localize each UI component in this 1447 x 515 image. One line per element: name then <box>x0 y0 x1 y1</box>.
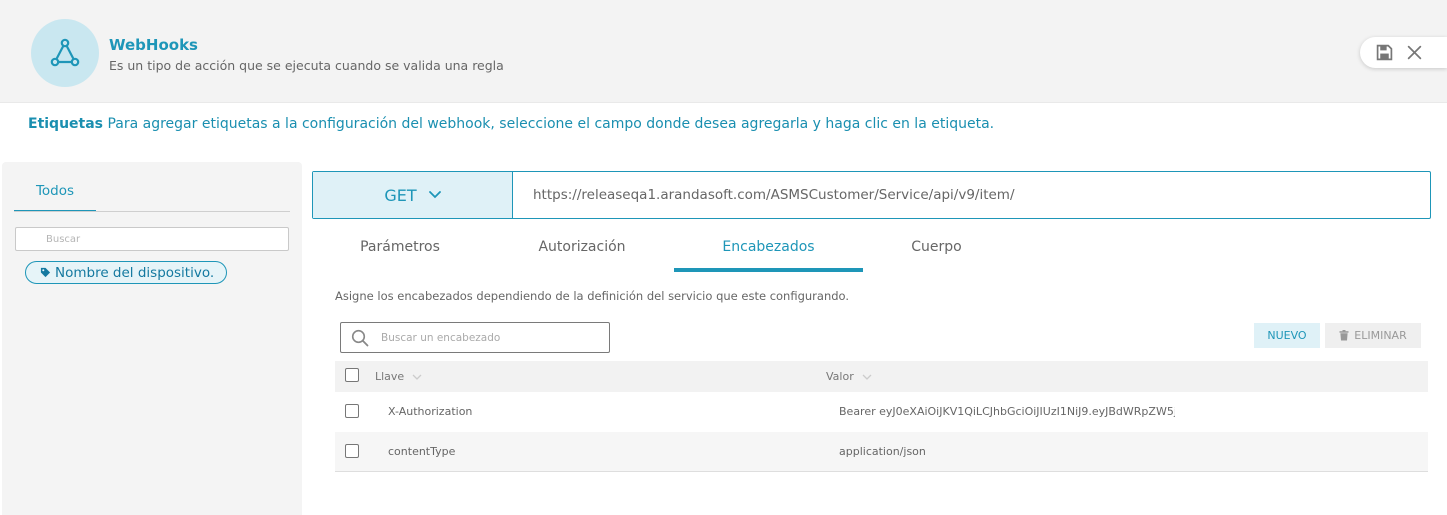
headers-search <box>340 322 610 353</box>
tags-info-label: Etiquetas <box>28 116 104 132</box>
tags-search-input[interactable] <box>15 227 289 251</box>
tab-parametros[interactable]: Parámetros <box>312 230 488 272</box>
url-input[interactable]: https://releaseqa1.arandasoft.com/ASMSCu… <box>513 172 1430 218</box>
webhook-logo <box>31 19 99 87</box>
headers-description: Asigne los encabezados dependiendo de la… <box>335 289 850 303</box>
chevron-down-icon <box>412 374 422 380</box>
delete-header-button[interactable]: ELIMINAR <box>1325 323 1421 348</box>
column-value-label: Valor <box>826 370 854 383</box>
headers-search-input[interactable] <box>381 329 601 347</box>
tab-todos[interactable]: Todos <box>14 182 96 212</box>
row-key: contentType <box>388 445 456 458</box>
webhook-icon <box>50 38 80 67</box>
method-select[interactable]: GET <box>313 172 513 218</box>
select-all-checkbox[interactable] <box>345 368 359 382</box>
new-header-button[interactable]: NUEVO <box>1254 323 1320 348</box>
column-header-value[interactable]: Valor <box>826 370 872 383</box>
tab-cuerpo[interactable]: Cuerpo <box>863 230 1010 272</box>
tag-chip-device-name[interactable]: Nombre del dispositivo. <box>25 261 228 284</box>
config-tabs: Parámetros Autorización Encabezados Cuer… <box>312 230 962 272</box>
page-title: WebHooks <box>109 36 198 54</box>
search-icon <box>351 329 369 347</box>
save-icon[interactable] <box>1376 44 1393 61</box>
tab-encabezados[interactable]: Encabezados <box>674 230 863 272</box>
row-key: X-Authorization <box>388 405 473 418</box>
tags-info: Etiquetas Para agregar etiquetas a la co… <box>28 116 994 132</box>
headers-table: Llave Valor X-Authorization Bearer eyJ0e… <box>335 361 1428 472</box>
chevron-down-icon <box>428 191 441 199</box>
chevron-down-icon <box>862 374 872 380</box>
close-icon[interactable] <box>1407 45 1422 60</box>
tags-info-text: Para agregar etiquetas a la configuració… <box>107 116 995 132</box>
trash-icon <box>1339 330 1349 341</box>
tab-divider <box>14 211 290 212</box>
table-header-row: Llave Valor <box>335 361 1428 392</box>
tab-autorizacion[interactable]: Autorización <box>490 230 674 272</box>
row-value: application/json <box>839 445 926 458</box>
header-actions <box>1360 37 1447 68</box>
row-checkbox[interactable] <box>345 444 359 458</box>
page-header: WebHooks Es un tipo de acción que se eje… <box>0 0 1447 103</box>
column-header-key[interactable]: Llave <box>375 370 422 383</box>
tag-icon <box>40 267 51 278</box>
column-key-label: Llave <box>375 370 405 383</box>
delete-label: ELIMINAR <box>1354 329 1407 342</box>
table-row[interactable]: contentType application/json <box>335 432 1428 472</box>
table-row[interactable]: X-Authorization Bearer eyJ0eXAiOiJKV1QiL… <box>335 392 1428 432</box>
request-url-bar: GET https://releaseqa1.arandasoft.com/AS… <box>312 171 1431 219</box>
method-value: GET <box>384 185 417 205</box>
row-value: Bearer eyJ0eXAiOiJKV1QiLCJhbGciOiJIUzI1N… <box>839 405 1175 418</box>
page-subtitle: Es un tipo de acción que se ejecuta cuan… <box>109 58 504 73</box>
row-checkbox[interactable] <box>345 404 359 418</box>
tag-chip-label: Nombre del dispositivo. <box>55 264 215 281</box>
tags-panel: Todos Nombre del dispositivo. <box>2 162 302 515</box>
